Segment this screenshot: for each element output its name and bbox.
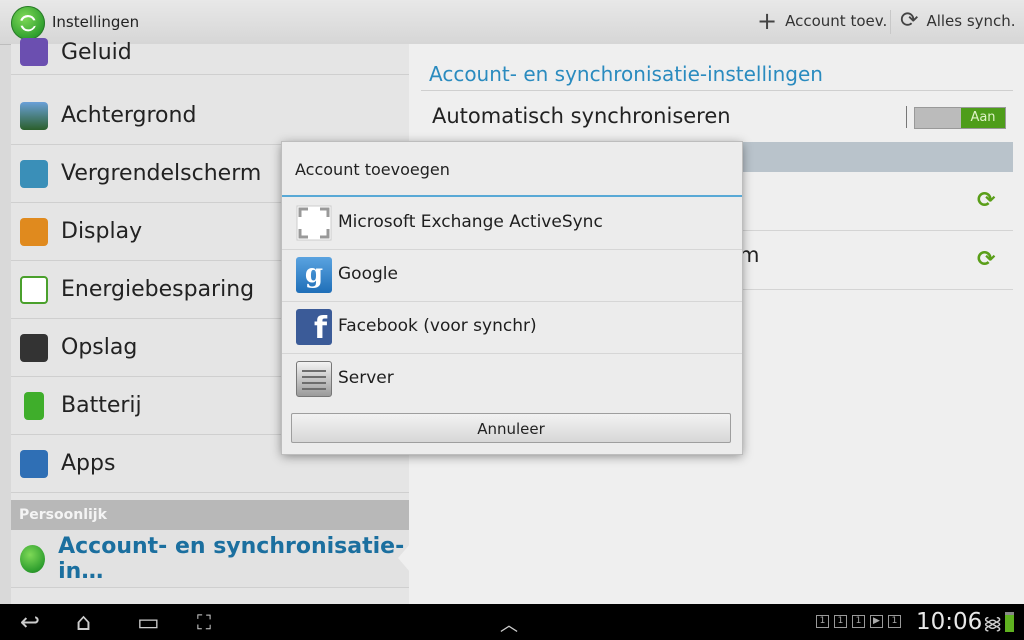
auto-sync-label: Automatisch synchroniseren xyxy=(432,104,731,128)
battery-icon xyxy=(24,391,44,420)
power-saving-icon xyxy=(20,275,48,304)
system-bar: ↩ ⌂ ▭ ⛶ ︿ 1 1 1 ▶ 1 10:06 ᯼ xyxy=(0,604,1024,640)
account-option-exchange[interactable]: Microsoft Exchange ActiveSync xyxy=(282,197,742,250)
option-label: Facebook (voor synchr) xyxy=(338,316,537,336)
storage-icon xyxy=(20,333,48,362)
lock-icon xyxy=(20,159,48,188)
toggle-on-label: Aan xyxy=(961,108,1005,128)
battery-status-icon xyxy=(1005,612,1014,632)
sync-icon[interactable]: ⟳ xyxy=(977,188,995,213)
back-icon[interactable]: ↩ xyxy=(20,608,40,636)
wifi-icon: ᯼ xyxy=(983,613,1003,634)
sync-all-button[interactable]: ⟳ Alles synch. xyxy=(900,8,1016,33)
list-item-label: Vergrendelscherm xyxy=(61,161,262,186)
add-account-label: Account toev. xyxy=(785,12,888,30)
app-title[interactable]: Instellingen xyxy=(52,13,139,31)
account-option-google[interactable]: g Google xyxy=(282,249,742,302)
option-label: Google xyxy=(338,264,398,284)
chevron-up-icon[interactable]: ︿ xyxy=(500,611,518,637)
list-item-label: Account- en synchronisatie-in… xyxy=(58,533,405,584)
notification-icon[interactable]: ▶ xyxy=(870,615,883,628)
dialog-title: Account toevoegen xyxy=(295,160,450,179)
list-item-label: Achtergrond xyxy=(61,103,197,128)
detail-title: Account- en synchronisatie-instellingen xyxy=(429,62,823,86)
list-item-label: Display xyxy=(61,219,143,244)
exchange-icon xyxy=(296,205,332,241)
wallpaper-icon xyxy=(20,101,48,130)
list-item-wallpaper[interactable]: Achtergrond xyxy=(11,87,409,145)
home-icon[interactable]: ⌂ xyxy=(76,608,91,636)
notification-icon[interactable]: 1 xyxy=(888,615,901,628)
add-account-dialog: Account toevoegen Microsoft Exchange Act… xyxy=(282,142,742,454)
list-item-label: Opslag xyxy=(61,335,138,360)
notification-icon[interactable]: 1 xyxy=(852,615,865,628)
list-item-sound[interactable]: Geluid xyxy=(11,30,409,75)
google-icon: g xyxy=(296,257,332,293)
title-divider xyxy=(421,90,1013,91)
option-label: Server xyxy=(338,368,394,388)
display-icon xyxy=(20,217,48,246)
screenshot-icon[interactable]: ⛶ xyxy=(197,610,211,634)
list-item-label: Energiebesparing xyxy=(61,277,255,302)
account-option-server[interactable]: Server xyxy=(282,353,742,405)
list-item-accounts-sync[interactable]: Account- en synchronisatie-in… xyxy=(11,530,410,588)
auto-sync-toggle[interactable]: Aan xyxy=(914,107,1006,129)
cancel-button[interactable]: Annuleer xyxy=(291,413,731,443)
account-row-text: m xyxy=(739,243,760,267)
action-separator xyxy=(890,10,891,34)
section-header-personal: Persoonlijk xyxy=(11,500,409,530)
apps-icon xyxy=(20,449,48,478)
sync-icon[interactable]: ⟳ xyxy=(977,247,995,272)
account-option-facebook[interactable]: f Facebook (voor synchr) xyxy=(282,301,742,354)
clock[interactable]: 10:06 xyxy=(916,609,982,635)
add-account-button[interactable]: + Account toev. xyxy=(757,7,888,35)
sync-all-label: Alles synch. xyxy=(926,12,1016,30)
notification-icon[interactable]: 1 xyxy=(834,615,847,628)
option-label: Microsoft Exchange ActiveSync xyxy=(338,212,603,232)
list-item-label: Apps xyxy=(61,451,116,476)
server-icon xyxy=(296,361,332,397)
toggle-divider xyxy=(906,106,907,128)
refresh-icon: ⟳ xyxy=(900,8,919,33)
facebook-icon: f xyxy=(296,309,332,345)
plus-icon: + xyxy=(757,7,778,35)
list-item-label: Batterij xyxy=(61,393,142,418)
list-item-label: Geluid xyxy=(61,39,132,65)
recent-apps-icon[interactable]: ▭ xyxy=(137,608,160,636)
sync-icon xyxy=(20,544,46,573)
speaker-icon xyxy=(20,38,48,66)
notification-icon[interactable]: 1 xyxy=(816,615,829,628)
